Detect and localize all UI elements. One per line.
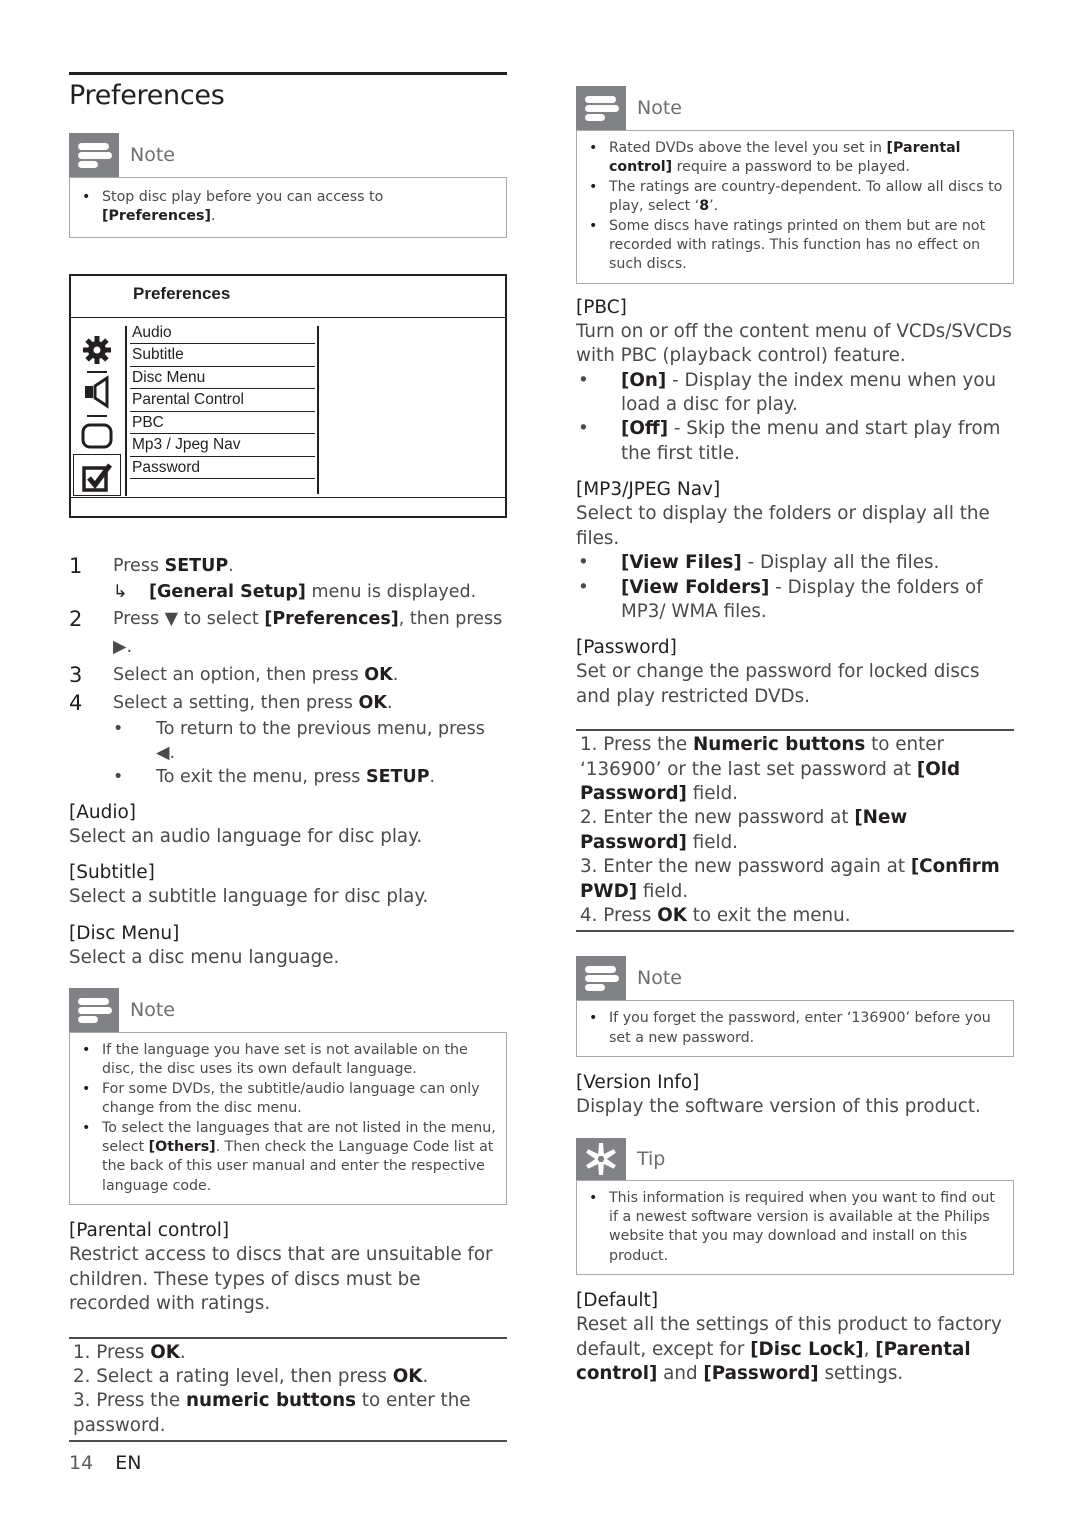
- step-4-bullet: • To exit the menu, press SETUP.: [113, 766, 436, 787]
- menu-list: Audio Subtitle Disc Menu Parental Contro…: [130, 322, 315, 480]
- title-rule: [69, 72, 507, 75]
- section-pbc: [PBC] Turn on or off the content menu of…: [576, 296, 1012, 464]
- selected-icon-frame: [73, 453, 121, 496]
- language-code: EN: [115, 1452, 142, 1474]
- menu-item-mp3-jpeg-nav[interactable]: Mp3 / Jpeg Nav: [130, 434, 315, 457]
- note-item: If you forget the password, enter ‘13690…: [589, 1009, 1003, 1048]
- left-column: Preferences Note Stop disc play before y…: [69, 72, 507, 1443]
- note-icon: [576, 956, 626, 1001]
- note-icon: [576, 86, 626, 130]
- menu-item-password[interactable]: Password: [130, 457, 315, 480]
- rounded-rect-icon: [79, 418, 115, 454]
- right-column: Note Rated DVDs above the level you set …: [576, 86, 1014, 1386]
- section-parental-control: [Parental control] Restrict access to di…: [69, 1220, 493, 1315]
- preferences-menu-screenshot: Preferences Audio Subtitle Disc Menu Par: [69, 273, 507, 518]
- section-mp3-jpeg-nav: [MP3/JPEG Nav] Select to display the fol…: [576, 479, 990, 622]
- note-item: The ratings are country-dependent. To al…: [589, 178, 1003, 217]
- step-1: 1 Press SETUP.: [69, 553, 234, 578]
- note-label: Note: [130, 144, 175, 166]
- page-footer: 14 EN: [69, 1452, 141, 1474]
- menu-item-disc-menu[interactable]: Disc Menu: [130, 367, 315, 390]
- menu-item-parental-control[interactable]: Parental Control: [130, 389, 315, 412]
- note-item: Some discs have ratings printed on them …: [589, 217, 1003, 275]
- step-3: 3 Select an option, then press OK.: [69, 662, 399, 687]
- step-4-bullet: • To return to the previous menu, press ◀…: [113, 718, 485, 763]
- parental-procedure: 1. Press OK. 2. Select a rating level, t…: [69, 1336, 507, 1443]
- note-icon: [69, 133, 119, 177]
- page-number: 14: [69, 1452, 94, 1474]
- section-password: [Password] Set or change the password fo…: [576, 637, 980, 707]
- speaker-icon: [79, 374, 115, 410]
- result-arrow-icon: ↳: [113, 581, 128, 602]
- page-title: Preferences: [69, 80, 225, 111]
- note-item: For some DVDs, the subtitle/audio langua…: [82, 1080, 496, 1119]
- note-box-preferences: Note Stop disc play before you can acces…: [69, 133, 507, 238]
- note-icon: [69, 988, 119, 1033]
- note-item: If the language you have set is not avai…: [82, 1041, 496, 1080]
- tip-asterisk-icon: [576, 1137, 626, 1180]
- section-subtitle: [Subtitle] Select a subtitle language fo…: [69, 862, 429, 908]
- note-item: Rated DVDs above the level you set in [P…: [589, 139, 1003, 178]
- note-box-language: Note If the language you have set is not…: [69, 988, 507, 1206]
- note-box-forgot-password: Note If you forget the password, enter ‘…: [576, 956, 1014, 1058]
- note-item: This information is required when you wa…: [589, 1189, 1003, 1267]
- password-procedure: 1. Press the Numeric buttons to enter ‘1…: [576, 729, 1014, 933]
- tip-box: Tip This information is required when yo…: [576, 1137, 1014, 1276]
- gear-icon: [79, 332, 115, 368]
- menu-item-subtitle[interactable]: Subtitle: [130, 344, 315, 367]
- note-item: To select the languages that are not lis…: [82, 1119, 496, 1197]
- note-box-ratings: Note Rated DVDs above the level you set …: [576, 86, 1014, 284]
- menu-item-pbc[interactable]: PBC: [130, 412, 315, 435]
- menu-item-audio[interactable]: Audio: [130, 322, 315, 345]
- section-version-info: [Version Info] Display the software vers…: [576, 1072, 981, 1118]
- step-4: 4 Select a setting, then press OK.: [69, 690, 393, 715]
- note-item: Stop disc play before you can access to …: [82, 188, 496, 227]
- section-audio: [Audio] Select an audio language for dis…: [69, 801, 423, 847]
- step-1-result: ↳ [General Setup] menu is displayed.: [69, 580, 507, 605]
- section-default: [Default] Reset all the settings of this…: [576, 1290, 1002, 1385]
- section-disc-menu: [Disc Menu] Select a disc menu language.: [69, 922, 340, 968]
- step-2: 2 Press ▼ to select [Preferences], then …: [69, 606, 503, 657]
- steps-list: 1 Press SETUP. ↳ [General Setup] menu is …: [69, 552, 507, 789]
- menu-title: Preferences: [133, 283, 231, 303]
